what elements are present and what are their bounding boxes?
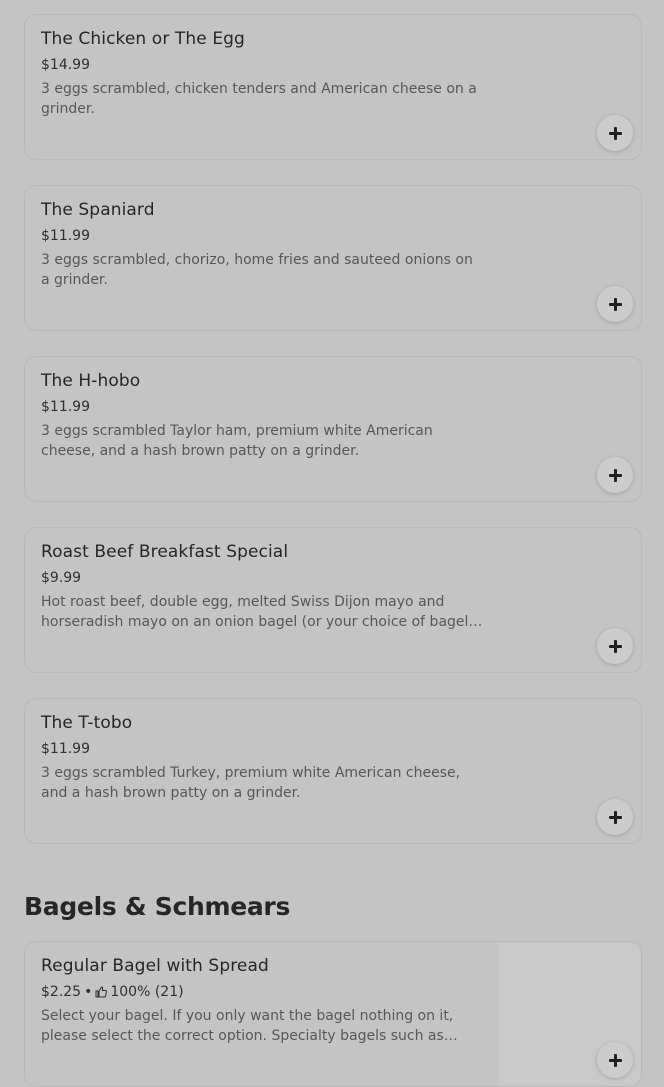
item-description: Select your bagel. If you only want the … [41, 1008, 454, 1044]
plus-icon [608, 1053, 622, 1067]
item-price: $11.99 [41, 228, 90, 244]
item-price: $9.99 [41, 570, 82, 586]
item-description: 3 eggs scrambled, chicken tenders and Am… [41, 81, 477, 117]
thumbs-up-icon [95, 986, 108, 998]
item-price: $14.99 [41, 57, 90, 73]
item-description: 3 eggs scrambled Turkey, premium white A… [41, 765, 461, 801]
plus-icon [608, 297, 622, 311]
menu-item-card[interactable]: The H-hobo $11.99 3 eggs scrambled Taylo… [24, 356, 642, 502]
menu-item-card[interactable]: The Spaniard $11.99 3 eggs scrambled, ch… [24, 185, 642, 331]
plus-icon [608, 810, 622, 824]
item-price-rating: $2.25 • 100% (21) [41, 984, 184, 1000]
menu-item-card[interactable]: The T-tobo $11.99 3 eggs scrambled Turke… [24, 698, 642, 844]
item-name: Regular Bagel with Spread [41, 956, 269, 976]
plus-icon [608, 468, 622, 482]
add-to-cart-button[interactable] [597, 115, 633, 151]
item-name: The Chicken or The Egg [41, 29, 245, 49]
section-heading: Bagels & Schmears [24, 892, 291, 921]
plus-icon [608, 639, 622, 653]
add-to-cart-button[interactable] [597, 1042, 633, 1078]
rating-text: 100% (21) [110, 984, 184, 1000]
item-description: Hot roast beef, double egg, melted Swiss… [41, 594, 473, 630]
separator: • [84, 984, 93, 1000]
item-name: The Spaniard [41, 200, 155, 220]
item-price: $11.99 [41, 741, 90, 757]
add-to-cart-button[interactable] [597, 286, 633, 322]
menu-list: The Chicken or The Egg $14.99 3 eggs scr… [0, 0, 664, 1087]
menu-item-card[interactable]: Regular Bagel with Spread $2.25 • 100% (… [24, 941, 642, 1087]
item-name: The H-hobo [41, 371, 141, 391]
item-price: $11.99 [41, 399, 90, 415]
add-to-cart-button[interactable] [597, 799, 633, 835]
add-to-cart-button[interactable] [597, 457, 633, 493]
item-price: $2.25 [41, 984, 82, 1000]
item-name: The T-tobo [41, 713, 133, 733]
add-to-cart-button[interactable] [597, 628, 633, 664]
item-description: 3 eggs scrambled Taylor ham, premium whi… [41, 423, 433, 459]
item-name: Roast Beef Breakfast Special [41, 542, 289, 562]
plus-icon [608, 126, 622, 140]
menu-item-card[interactable]: The Chicken or The Egg $14.99 3 eggs scr… [24, 14, 642, 160]
item-description: 3 eggs scrambled, chorizo, home fries an… [41, 252, 473, 288]
menu-item-card[interactable]: Roast Beef Breakfast Special $9.99 Hot r… [24, 527, 642, 673]
